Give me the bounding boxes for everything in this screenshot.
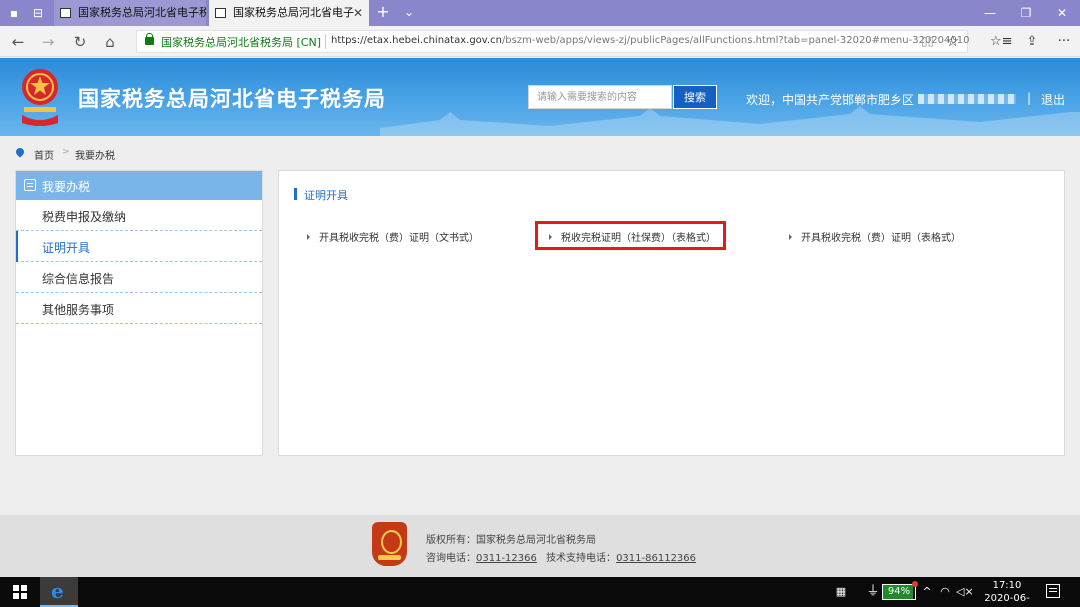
page-icon (60, 8, 71, 18)
reading-view-icon[interactable]: ▯▯ (921, 34, 934, 48)
search-button[interactable]: 搜索 (673, 85, 717, 109)
tax-badge-icon (372, 522, 407, 566)
battery-indicator[interactable]: 94% (882, 584, 916, 600)
sidebar-item-label: 其他服务事项 (42, 303, 115, 317)
breadcrumb: 首页 > 我要办税 (0, 136, 1080, 170)
notification-icon[interactable] (1046, 584, 1060, 598)
start-button[interactable] (0, 577, 40, 607)
minimize-button[interactable]: — (972, 0, 1008, 26)
footer: 版权所有：国家税务总局河北省税务局 咨询电话：0311-12366 技术支持电话… (0, 515, 1080, 577)
footer-copyright: 版权所有：国家税务总局河北省税务局 (426, 535, 596, 546)
location-pin-icon (14, 146, 26, 158)
sidebar-item-info-report[interactable]: 综合信息报告 (16, 262, 262, 293)
sidebar-item-certificates[interactable]: 证明开具 (16, 231, 262, 262)
windows-logo-icon (13, 585, 27, 599)
tab-aside-icon[interactable]: ⊟ (30, 5, 46, 21)
back-button[interactable]: ← (8, 32, 28, 52)
breadcrumb-current: 我要办税 (75, 151, 115, 162)
browser-tab-bar: ▪ ⊟ 国家税务总局河北省电子税务 国家税务总局河北省电子 ✕ + ⌄ — ❐ … (0, 0, 1080, 26)
new-tab-button[interactable]: + (374, 3, 392, 21)
taskbar: e ▦ ⏚ 94% ^ ◠ ◁× 17:10 2020-06-23 (0, 577, 1080, 607)
sidebar-item-label: 税费申报及缴纳 (42, 210, 127, 224)
bullet-icon (307, 234, 310, 240)
edge-taskbar-button[interactable]: e (40, 577, 78, 607)
search-input[interactable] (528, 85, 672, 109)
address-bar: ← → ↻ ⌂ 国家税务总局河北省税务局 [CN] https://etax.h… (0, 26, 1080, 57)
tab-title: 国家税务总局河北省电子 (233, 6, 354, 19)
highlight-annotation-box (535, 221, 726, 250)
page-icon (215, 8, 226, 18)
bullet-icon (789, 234, 792, 240)
support-phone-link[interactable]: 0311-86112366 (616, 553, 696, 564)
hotline-link[interactable]: 0311-12366 (476, 553, 537, 564)
favorites-icon[interactable]: ☆≡ (990, 32, 1013, 52)
close-icon[interactable]: ✕ (353, 0, 363, 26)
share-icon[interactable]: ⇪ (1022, 32, 1042, 52)
forward-button[interactable]: → (38, 32, 58, 52)
main-panel: 证明开具 开具税收完税（费）证明（文书式） 税收完税证明（社保费）（表格式） 开… (278, 170, 1065, 456)
edge-icon: e (51, 579, 64, 603)
breadcrumb-home[interactable]: 首页 (34, 147, 54, 162)
volume-icon[interactable]: ◁× (956, 583, 974, 601)
sidebar-item-label: 综合信息报告 (42, 272, 115, 286)
refresh-button[interactable]: ↻ (70, 32, 90, 52)
section-title: 证明开具 (304, 189, 348, 202)
clock-time: 17:10 (992, 580, 1022, 591)
site-title: 国家税务总局河北省电子税务局 (78, 87, 386, 111)
chevron-up-icon[interactable]: ^ (920, 583, 934, 601)
lock-icon (145, 33, 154, 45)
tax-emblem-icon (22, 69, 58, 126)
wifi-icon[interactable]: ◠ (938, 583, 952, 601)
footer-contacts: 咨询电话：0311-12366 技术支持电话：0311-86112366 (426, 553, 697, 564)
url-field[interactable]: 国家税务总局河北省税务局 [CN] https://etax.hebei.chi… (136, 30, 969, 53)
url-text[interactable]: https://etax.hebei.chinatax.gov.cn/bszm-… (331, 35, 969, 46)
sidebar-item-other-services[interactable]: 其他服务事项 (16, 293, 262, 324)
redacted-username (918, 94, 1016, 104)
browser-tab-1[interactable]: 国家税务总局河北省电子税务 (54, 0, 206, 26)
more-icon[interactable]: ··· (1054, 32, 1074, 52)
sidebar-header[interactable]: 我要办税 (16, 171, 262, 200)
function-link-document-certificate[interactable]: 开具税收完税（费）证明（文书式） (307, 229, 479, 244)
sidebar: 我要办税 税费申报及缴纳 证明开具 综合信息报告 其他服务事项 (15, 170, 263, 456)
chevron-down-icon[interactable]: ⌄ (400, 3, 418, 21)
power-plug-icon: ⏚ (866, 584, 880, 599)
welcome-text: 欢迎，中国共产党邯郸市肥乡区 (746, 93, 915, 107)
home-button[interactable]: ⌂ (100, 32, 120, 52)
sidebar-item-tax-filing[interactable]: 税费申报及缴纳 (16, 200, 262, 231)
section-marker (294, 188, 297, 200)
tab-manager-icon[interactable]: ▪ (6, 5, 22, 21)
tab-title: 国家税务总局河北省电子税务 (78, 6, 206, 19)
sidebar-title: 我要办税 (42, 180, 91, 194)
url-divider (325, 34, 326, 49)
battery-alert-icon (912, 581, 918, 587)
close-window-button[interactable]: ✕ (1044, 0, 1080, 26)
site-identity[interactable]: 国家税务总局河北省税务局 [CN] (161, 34, 321, 50)
clock-date: 2020-06-23 (984, 593, 1030, 607)
browser-tab-2[interactable]: 国家税务总局河北省电子 ✕ (209, 0, 369, 26)
site-header: 国家税务总局河北省电子税务局 搜索 欢迎，中国共产党邯郸市肥乡区 | 退出 (0, 58, 1080, 136)
keyboard-icon[interactable]: ▦ (832, 583, 850, 601)
logout-link[interactable]: 退出 (1041, 91, 1065, 108)
header-divider: | (1027, 91, 1032, 105)
restore-button[interactable]: ❐ (1008, 0, 1044, 26)
star-icon[interactable]: ☆ (946, 32, 959, 50)
tax-form-icon (24, 179, 36, 191)
function-link-table-certificate[interactable]: 开具税收完税（费）证明（表格式） (789, 229, 961, 244)
sidebar-item-label: 证明开具 (42, 241, 91, 255)
breadcrumb-separator: > (62, 147, 70, 157)
clock[interactable]: 17:10 2020-06-23 (978, 579, 1036, 607)
